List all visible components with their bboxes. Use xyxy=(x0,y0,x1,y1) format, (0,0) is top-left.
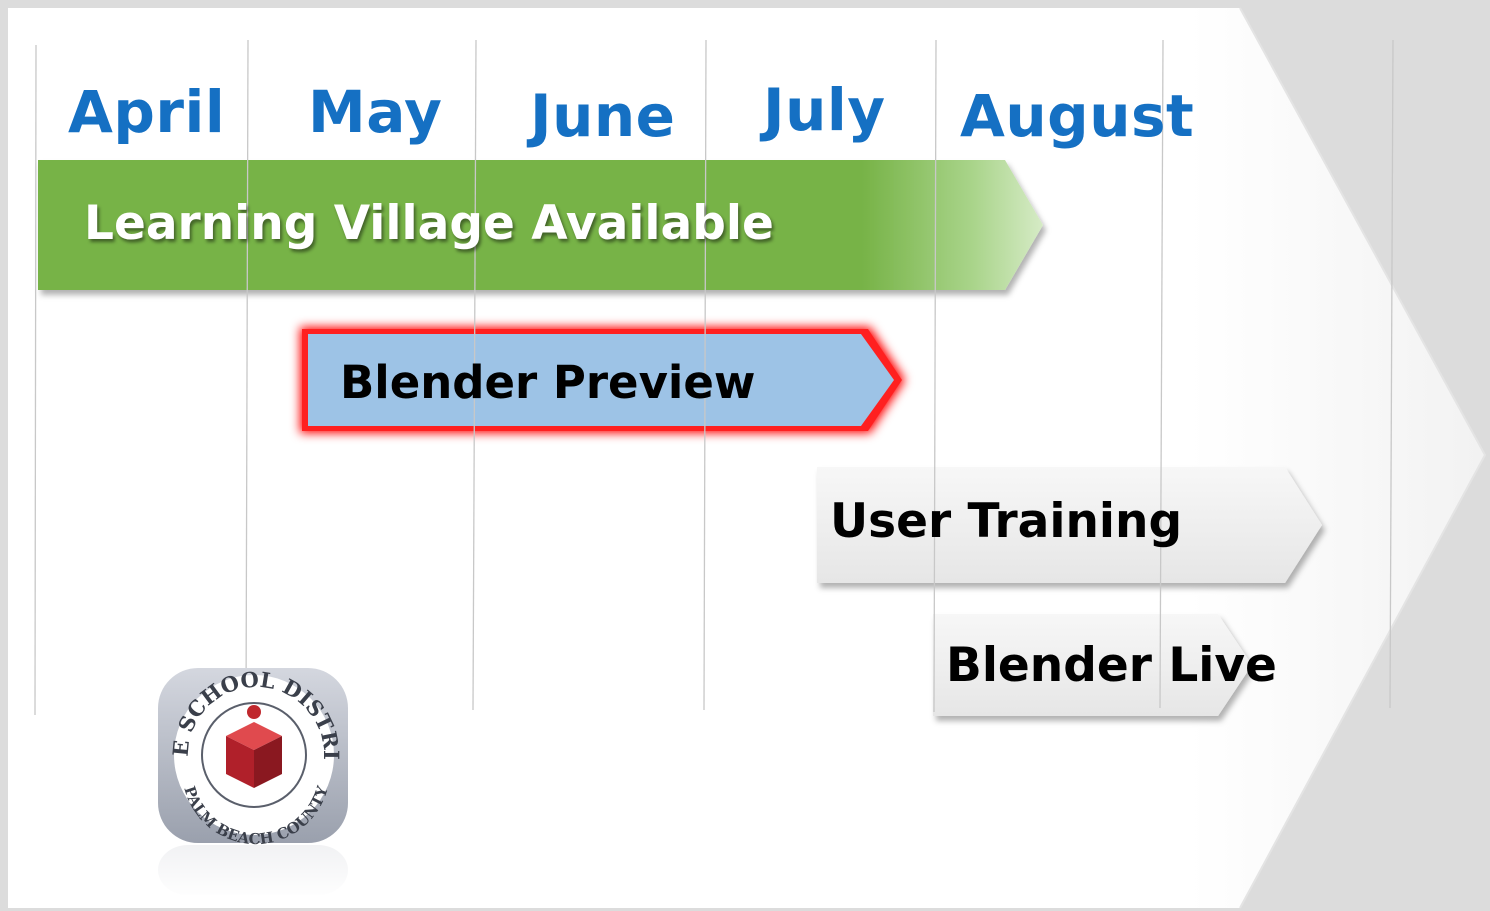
month-label-june: June xyxy=(530,82,676,150)
school-district-logo: THE SCHOOL DISTRICT PALM BEACH COUNTY xyxy=(150,660,360,900)
bar-label-learning-village: Learning Village Available xyxy=(84,196,774,251)
month-label-august: August xyxy=(960,82,1195,150)
bar-label-blender-preview: Blender Preview xyxy=(340,356,756,409)
bar-label-user-training: User Training xyxy=(830,494,1183,549)
month-label-may: May xyxy=(308,78,443,146)
month-label-july: July xyxy=(763,76,886,144)
bar-label-blender-live: Blender Live xyxy=(946,638,1277,693)
month-label-april: April xyxy=(68,78,226,146)
